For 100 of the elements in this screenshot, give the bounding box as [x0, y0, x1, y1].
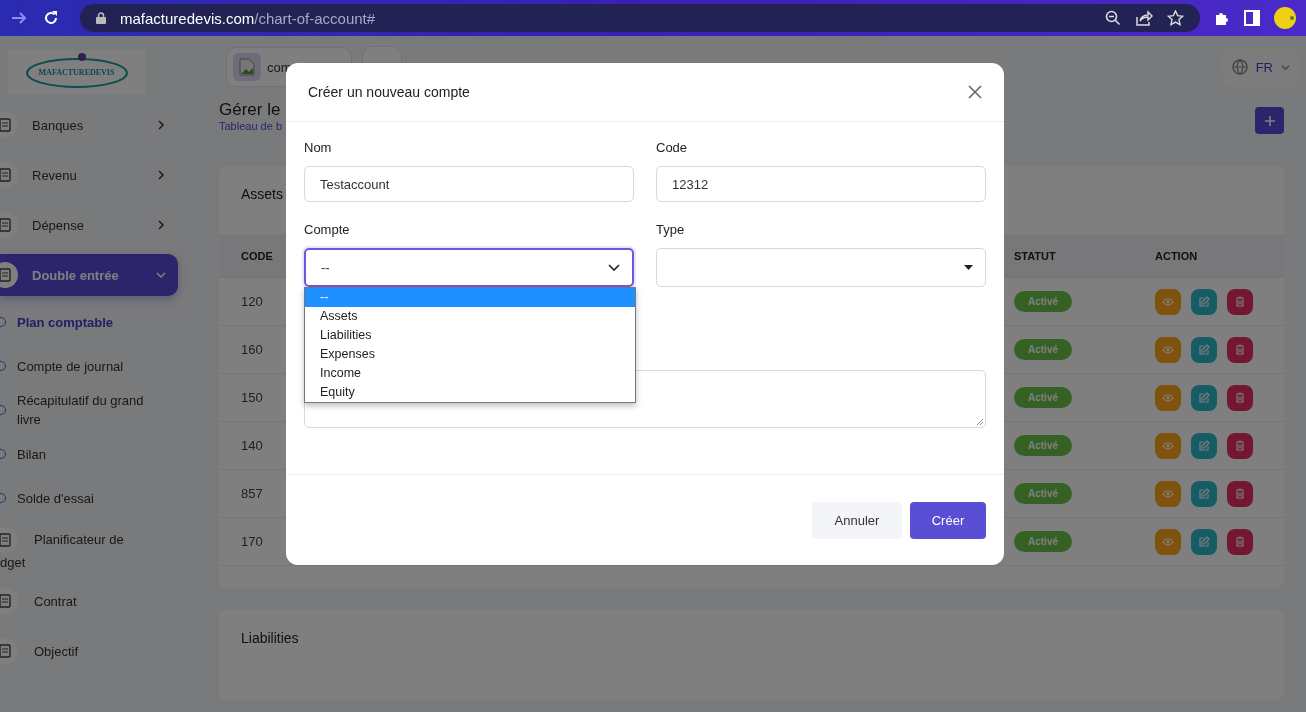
submenu-item[interactable]: Plan comptable [0, 300, 180, 344]
globe-icon [1231, 59, 1248, 75]
chevron-down-icon [1281, 62, 1290, 72]
status-badge: Activé [1014, 339, 1072, 360]
status-badge: Activé [1014, 435, 1072, 456]
submenu-item[interactable]: Bilan [0, 432, 180, 476]
status-badge: Activé [1014, 387, 1072, 408]
delete-button[interactable] [1227, 384, 1253, 411]
table-cell: 140 [241, 438, 263, 453]
delete-button[interactable] [1227, 432, 1253, 459]
delete-button[interactable] [1227, 336, 1253, 363]
edit-icon [1198, 488, 1210, 499]
reload-icon[interactable] [42, 9, 60, 27]
cancel-button[interactable]: Annuler [812, 501, 902, 539]
field-label: Compte [304, 222, 351, 239]
dropdown-option[interactable]: Liabilities [305, 326, 635, 345]
card-title: Assets [241, 186, 283, 204]
delete-button[interactable] [1227, 480, 1253, 507]
resize-grip-icon [976, 418, 983, 425]
card-title: Liabilities [241, 630, 299, 648]
url-text: mafacturedevis.com/chart-of-account# [120, 9, 376, 27]
text-field[interactable]: Testaccount [304, 166, 634, 202]
zoom-out-icon[interactable] [1105, 10, 1121, 26]
edit-button[interactable] [1191, 288, 1217, 315]
sidebar-item[interactable]: Revenu [0, 154, 178, 196]
view-button[interactable] [1155, 528, 1181, 555]
select-field[interactable]: -- [304, 248, 634, 287]
eye-icon [1162, 393, 1174, 402]
eye-icon [1162, 441, 1174, 450]
trash-icon [1235, 296, 1245, 307]
edit-button[interactable] [1191, 480, 1217, 507]
add-button[interactable] [1255, 107, 1284, 134]
text-field[interactable]: 12312 [656, 166, 986, 202]
submenu-item[interactable]: Récapitulatif du grand livre [0, 388, 180, 432]
chevron-right-icon [156, 220, 166, 230]
edit-button[interactable] [1191, 336, 1217, 363]
dropdown-option[interactable]: Expenses [305, 345, 635, 364]
address-bar[interactable]: mafacturedevis.com/chart-of-account# [80, 4, 1200, 32]
eye-icon [1162, 345, 1174, 354]
table-cell: 150 [241, 390, 263, 405]
eye-icon [1162, 537, 1174, 546]
sidebar-item[interactable]: Banques [0, 104, 178, 146]
dropdown-option[interactable]: Assets [305, 307, 635, 326]
trash-icon [1235, 344, 1245, 355]
view-button[interactable] [1155, 336, 1181, 363]
status-badge: Activé [1014, 531, 1072, 552]
dialog-title: Créer un nouveau compte [308, 84, 470, 100]
table-cell: 170 [241, 534, 263, 549]
page-title: Gérer le [219, 100, 282, 120]
view-button[interactable] [1155, 288, 1181, 315]
table-cell: 160 [241, 342, 263, 357]
trash-icon [1235, 488, 1245, 499]
sidebar-item[interactable]: Double entrée [0, 254, 178, 296]
trash-icon [1235, 392, 1245, 403]
star-icon[interactable] [1167, 10, 1184, 26]
field-label: Code [656, 140, 689, 157]
edit-button[interactable] [1191, 384, 1217, 411]
edit-button[interactable] [1191, 432, 1217, 459]
breadcrumb-link[interactable]: Tableau de b [219, 120, 282, 132]
edit-icon [1198, 392, 1210, 403]
close-icon[interactable] [968, 85, 982, 99]
column-header: CODE [241, 249, 274, 262]
submenu-item[interactable]: Compte de journal [0, 344, 180, 388]
sidebar-item[interactable]: Planificateur de dget [0, 520, 180, 576]
logo-text: MAFACTUREDEVIS [38, 67, 115, 77]
dropdown-option[interactable]: Income [305, 364, 635, 383]
delete-button[interactable] [1227, 288, 1253, 315]
select-field[interactable] [656, 248, 986, 287]
column-header: STATUT [1014, 249, 1057, 262]
view-button[interactable] [1155, 480, 1181, 507]
view-button[interactable] [1155, 384, 1181, 411]
delete-button[interactable] [1227, 528, 1253, 555]
edit-icon [1198, 440, 1210, 451]
table-cell: 857 [241, 486, 263, 501]
sidebar-item[interactable]: Contrat [0, 576, 180, 626]
edit-icon [1198, 536, 1210, 547]
eye-icon [1162, 489, 1174, 498]
edit-icon [1198, 296, 1210, 307]
table-cell: 120 [241, 294, 263, 309]
field-label: Nom [304, 140, 333, 157]
profile-avatar-icon[interactable] [1274, 7, 1296, 29]
sidebar-item[interactable]: Dépense [0, 204, 178, 246]
trash-icon [1235, 536, 1245, 547]
chevron-right-icon [156, 170, 166, 180]
status-badge: Activé [1014, 291, 1072, 312]
dropdown-option[interactable]: -- [305, 288, 635, 307]
puzzle-icon[interactable] [1214, 10, 1230, 26]
submenu-item[interactable]: Solde d'essai [0, 476, 180, 520]
create-button[interactable]: Créer [910, 501, 986, 539]
dropdown-option[interactable]: Equity [305, 383, 635, 402]
trash-icon [1235, 440, 1245, 451]
lock-icon [96, 12, 106, 24]
side-panel-icon[interactable] [1244, 10, 1260, 26]
caret-down-icon [964, 265, 973, 270]
share-icon[interactable] [1135, 10, 1153, 26]
broken-image-icon [239, 58, 255, 76]
sidebar-item[interactable]: Objectif [0, 626, 180, 676]
edit-button[interactable] [1191, 528, 1217, 555]
view-button[interactable] [1155, 432, 1181, 459]
chevron-right-icon [156, 120, 166, 130]
